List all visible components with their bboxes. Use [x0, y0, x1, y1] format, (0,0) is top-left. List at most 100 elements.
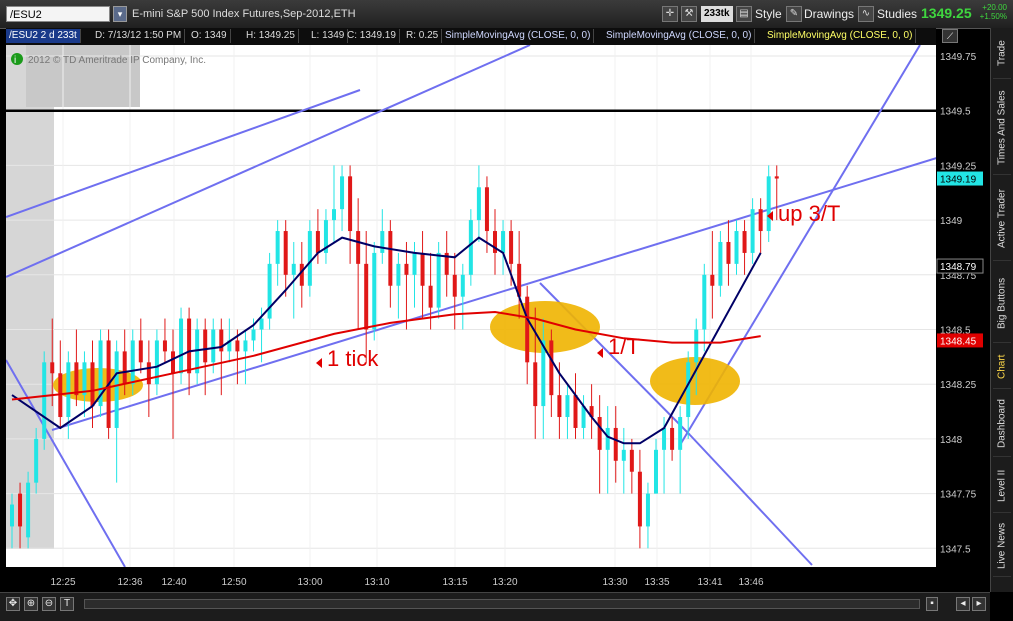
- candle-body: [484, 187, 489, 232]
- candle-body: [468, 220, 473, 275]
- candle-body: [364, 263, 369, 330]
- candle-body: [179, 318, 184, 374]
- sidebar-tab-big-buttons[interactable]: Big Buttons: [993, 264, 1011, 343]
- info-sma-1[interactable]: SimpleMovingAvg (CLOSE, 0, 0): [442, 29, 595, 43]
- info-low: L: 1349: [308, 29, 349, 43]
- scroll-right-icon[interactable]: ▸: [972, 597, 986, 611]
- zoom-out-icon[interactable]: ⊖: [42, 597, 56, 611]
- candle-body: [275, 231, 280, 264]
- candle-body: [694, 329, 699, 363]
- candle-body: [203, 329, 208, 363]
- candle-body: [436, 252, 441, 308]
- candle-body: [645, 493, 650, 527]
- info-high: H: 1349.25: [243, 29, 299, 43]
- candle-body: [74, 362, 79, 396]
- sidebar-tab-chart[interactable]: Chart: [993, 346, 1011, 389]
- candle-body: [621, 449, 626, 461]
- text-tool-icon[interactable]: T: [60, 597, 74, 611]
- candle-body: [90, 362, 95, 407]
- price-tag-label: 1348.79: [940, 262, 977, 273]
- toolbar: /ESU2 ▾ E-mini S&P 500 Index Futures,Sep…: [0, 0, 1013, 29]
- drawings-icon[interactable]: ✎: [786, 6, 802, 22]
- candle-body: [340, 176, 345, 210]
- studies-button[interactable]: Studies: [877, 5, 917, 23]
- candle-body: [315, 231, 320, 253]
- info-date: D: 7/13/12 1:50 PM: [92, 29, 186, 43]
- symbol-dropdown-icon[interactable]: ▾: [113, 6, 127, 22]
- last-price: 1349.25: [921, 5, 972, 21]
- y-tick-label: 1348.25: [940, 380, 977, 391]
- chart-settings-icon[interactable]: ⟋: [942, 29, 958, 43]
- highlight-ellipse: [650, 357, 740, 405]
- candle-body: [66, 362, 71, 418]
- plot-area[interactable]: [6, 45, 936, 567]
- candle-body: [774, 176, 779, 179]
- scroll-end-icon[interactable]: ▪: [926, 597, 938, 611]
- sidebar-tab-level-ii[interactable]: Level II: [993, 460, 1011, 513]
- scroll-left-icon[interactable]: ◂: [956, 597, 970, 611]
- change-absolute: +20.00: [982, 3, 1007, 12]
- aggregation-button[interactable]: 233tk: [701, 6, 733, 22]
- x-tick-label: 12:50: [221, 577, 246, 588]
- info-sma-2[interactable]: SimpleMovingAvg (CLOSE, 0, 0): [603, 29, 756, 43]
- right-sidebar: Trade Times And Sales Active Trader Big But…: [990, 28, 1013, 592]
- sidebar-tab-times-and-sales[interactable]: Times And Sales: [993, 82, 1011, 175]
- crosshair-icon[interactable]: ✛: [662, 6, 678, 22]
- candle-body: [734, 231, 739, 264]
- info-symbol-period: /ESU2 2 d 233t: [6, 29, 81, 43]
- price-tag-label: 1348.45: [940, 336, 977, 347]
- candle-body: [710, 274, 715, 286]
- candle-body: [670, 427, 675, 450]
- watermark: i 2012 © TD Ameritrade IP Company, Inc.: [11, 53, 206, 66]
- candle-body: [726, 241, 731, 264]
- info-open: O: 1349: [188, 29, 231, 43]
- price-tag-label: 1349.19: [940, 175, 977, 186]
- candle-body: [509, 231, 514, 264]
- candle-body: [501, 231, 506, 253]
- sidebar-tab-active-trader[interactable]: Active Trader: [993, 178, 1011, 261]
- time-scrollbar[interactable]: [84, 599, 920, 609]
- studies-icon[interactable]: ∿: [858, 6, 874, 22]
- pan-icon[interactable]: ✥: [6, 597, 20, 611]
- candle-body: [332, 209, 336, 221]
- y-tick-label: 1349.75: [940, 52, 977, 63]
- sidebar-tab-dashboard[interactable]: Dashboard: [993, 392, 1011, 457]
- candle-body: [428, 285, 433, 308]
- annotation-text: up 3/T: [778, 201, 840, 226]
- time-axis[interactable]: [6, 567, 936, 592]
- bottom-toolbar: ✥ ⊕ ⊖ T ▪ ◂ ▸: [0, 592, 990, 621]
- candle-body: [50, 362, 55, 374]
- price-change: +20.00 +1.50%: [977, 3, 1007, 21]
- x-tick-label: 13:20: [492, 577, 517, 588]
- info-range: R: 0.25: [403, 29, 443, 43]
- sidebar-tab-live-news[interactable]: Live News: [993, 516, 1011, 577]
- drawings-button[interactable]: Drawings: [804, 5, 854, 23]
- info-sma-3[interactable]: SimpleMovingAvg (CLOSE, 0, 0): [764, 29, 917, 43]
- sidebar-tab-trade[interactable]: Trade: [993, 28, 1011, 79]
- info-close: C: 1349.19: [344, 29, 400, 43]
- tools-icon[interactable]: ⚒: [681, 6, 697, 22]
- zoom-in-icon[interactable]: ⊕: [24, 597, 38, 611]
- candle-body: [291, 263, 296, 275]
- symbol-input[interactable]: /ESU2: [6, 6, 110, 22]
- candle-body: [533, 362, 538, 407]
- candle-body: [525, 296, 530, 363]
- annotation-text: 1 tick: [327, 346, 379, 371]
- y-tick-label: 1349.5: [940, 107, 971, 118]
- candle-body: [404, 263, 409, 275]
- candle-body: [452, 274, 457, 297]
- watermark-text: 2012 © TD Ameritrade IP Company, Inc.: [28, 55, 206, 66]
- style-icon[interactable]: ▤: [736, 6, 752, 22]
- y-tick-label: 1347.5: [940, 544, 971, 555]
- price-chart[interactable]: 1 tick 1/T up 3/T i 2012 © TD Ameritrade I…: [0, 45, 990, 592]
- candle-body: [766, 176, 771, 232]
- candle-body: [130, 340, 135, 385]
- candle-body: [26, 482, 31, 538]
- candle-body: [162, 340, 167, 352]
- candle-body: [654, 449, 658, 494]
- candle-body: [122, 351, 127, 385]
- candle-body: [211, 329, 216, 363]
- style-button[interactable]: Style: [755, 5, 782, 23]
- candle-body: [34, 438, 39, 483]
- watermark-logo-glyph: i: [14, 55, 16, 66]
